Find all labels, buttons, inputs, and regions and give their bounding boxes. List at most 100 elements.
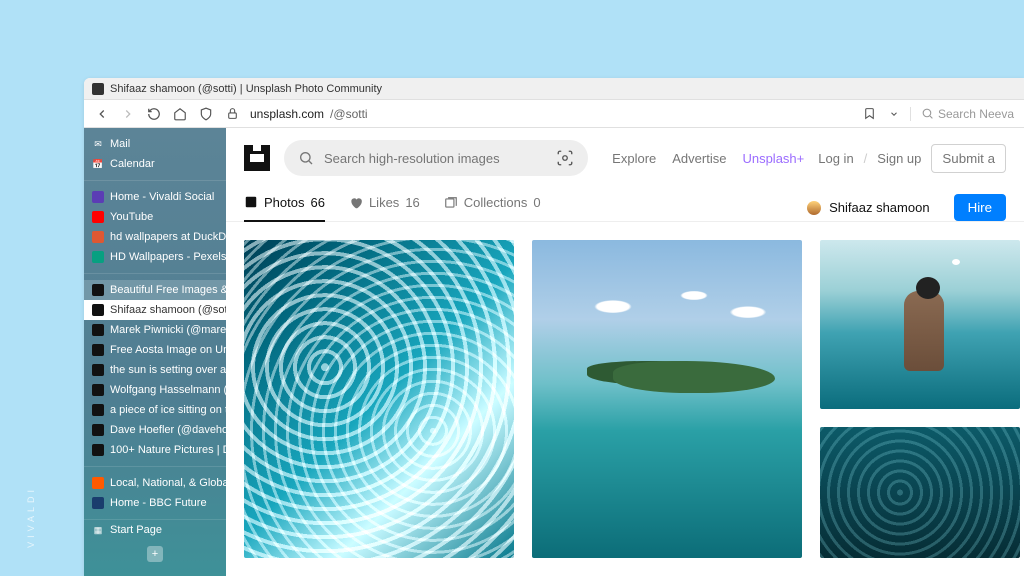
shield-icon[interactable] (198, 106, 214, 122)
vivaldi-watermark: VIVALDI (26, 486, 36, 548)
grid-icon: ▦ (92, 524, 104, 536)
sidebar-item-label: YouTube (110, 211, 153, 223)
favicon (92, 304, 104, 316)
browser-window: Shifaaz shamoon (@sotti) | Unsplash Phot… (84, 78, 1024, 576)
tab-collections[interactable]: Collections 0 (444, 195, 541, 220)
lock-icon[interactable] (224, 106, 240, 122)
tab-label: Photos (264, 195, 304, 210)
sidebar-item[interactable]: the sun is setting over a mount (84, 360, 226, 380)
url-field[interactable]: unsplash.com/@sotti (250, 107, 852, 121)
login-link[interactable]: Log in (818, 151, 853, 166)
sidebar-start-page[interactable]: ▦ Start Page (84, 520, 226, 540)
tab-favicon (92, 83, 104, 95)
photo-gallery (226, 222, 1024, 576)
sidebar-item[interactable]: HD Wallpapers - Pexels (84, 247, 226, 267)
sidebar-item[interactable]: YouTube (84, 207, 226, 227)
favicon (92, 424, 104, 436)
favicon (92, 444, 104, 456)
separator: / (864, 151, 868, 166)
sidebar-item[interactable]: 100+ Nature Pictures | Downlo (84, 440, 226, 460)
sidebar-item-label: the sun is setting over a mount (110, 364, 226, 376)
photo-thumbnail[interactable] (820, 240, 1020, 409)
sidebar-item-label: Home - BBC Future (110, 497, 207, 509)
browser-search[interactable]: Search Neeva (910, 107, 1014, 121)
hire-button[interactable]: Hire (954, 194, 1006, 221)
photo-thumbnail[interactable] (532, 240, 802, 558)
nav-unsplash-plus[interactable]: Unsplash+ (742, 151, 804, 166)
sidebar-item[interactable]: Dave Hoefler (@davehoefler) | (84, 420, 226, 440)
search-icon (298, 150, 314, 166)
photo-icon (244, 195, 258, 209)
favicon (92, 384, 104, 396)
search-input[interactable] (324, 151, 546, 166)
favicon (92, 364, 104, 376)
tab-label: Collections (464, 195, 528, 210)
sidebar-item-label: Shifaaz shamoon (@sotti) | Uns (110, 304, 226, 316)
avatar (807, 201, 821, 215)
site-header: Explore Advertise Unsplash+ Log in / Sig… (226, 128, 1024, 188)
sidebar-item-label: Home - Vivaldi Social (110, 191, 214, 203)
sidebar-item[interactable]: Shifaaz shamoon (@sotti) | Uns (84, 300, 226, 320)
favicon (92, 231, 104, 243)
search-bar[interactable] (284, 140, 588, 176)
sidebar-item-label: Local, National, & Global Daily (110, 477, 226, 489)
sidebar-item[interactable]: Free Aosta Image on Unsplash (84, 340, 226, 360)
favicon (92, 477, 104, 489)
chevron-down-icon[interactable] (886, 106, 902, 122)
favicon (92, 324, 104, 336)
tab-likes[interactable]: Likes 16 (349, 195, 420, 220)
sidebar-item-label: HD Wallpapers - Pexels (110, 251, 226, 263)
forward-button[interactable] (120, 106, 136, 122)
sidebar-item[interactable]: Marek Piwnicki (@marekpiwni (84, 320, 226, 340)
favicon (92, 251, 104, 263)
sidebar-mail[interactable]: ✉ Mail (84, 134, 226, 154)
profile-user[interactable]: Shifaaz shamoon (807, 200, 929, 215)
sidebar-item[interactable]: Local, National, & Global Daily (84, 473, 226, 493)
sidebar: ✉ Mail 📅 Calendar Home - Vivaldi Social You… (84, 128, 226, 576)
favicon (92, 344, 104, 356)
photo-thumbnail[interactable] (244, 240, 514, 558)
sidebar-item[interactable]: Home - Vivaldi Social (84, 187, 226, 207)
visual-search-icon[interactable] (556, 149, 574, 167)
bookmark-icon[interactable] (862, 106, 878, 122)
tab-title[interactable]: Shifaaz shamoon (@sotti) | Unsplash Phot… (110, 83, 382, 95)
nav-advertise[interactable]: Advertise (672, 151, 726, 166)
tab-count: 0 (533, 195, 540, 210)
browser-search-placeholder: Search Neeva (938, 107, 1014, 121)
tab-count: 16 (405, 195, 419, 210)
profile-tabs: Photos 66 Likes 16 Collections 0 Shifaaz… (226, 188, 1024, 222)
sidebar-item[interactable]: a piece of ice sitting on top of (84, 400, 226, 420)
sidebar-item-label: Wolfgang Hasselmann (@wolfg (110, 384, 226, 396)
unsplash-logo[interactable] (244, 145, 270, 171)
photo-thumbnail[interactable] (820, 427, 1020, 558)
reload-button[interactable] (146, 106, 162, 122)
submit-photo-button[interactable]: Submit a (931, 144, 1006, 173)
sidebar-item-label: Start Page (110, 524, 162, 536)
sidebar-item-label: Marek Piwnicki (@marekpiwni (110, 324, 226, 336)
signup-link[interactable]: Sign up (877, 151, 921, 166)
page-content: Explore Advertise Unsplash+ Log in / Sig… (226, 128, 1024, 576)
tab-photos[interactable]: Photos 66 (244, 195, 325, 222)
sidebar-calendar[interactable]: 📅 Calendar (84, 154, 226, 174)
nav-explore[interactable]: Explore (612, 151, 656, 166)
sidebar-item-label: a piece of ice sitting on top of (110, 404, 226, 416)
sidebar-add[interactable]: + (84, 540, 226, 568)
mail-icon: ✉ (92, 138, 104, 150)
plus-icon: + (147, 546, 163, 562)
favicon (92, 284, 104, 296)
calendar-icon: 📅 (92, 158, 104, 170)
sidebar-item-label: Mail (110, 138, 130, 150)
sidebar-item-label: 100+ Nature Pictures | Downlo (110, 444, 226, 456)
sidebar-item[interactable]: Beautiful Free Images & Pictur (84, 280, 226, 300)
sidebar-item[interactable]: Home - BBC Future (84, 493, 226, 513)
collections-icon (444, 196, 458, 210)
sidebar-item[interactable]: Wolfgang Hasselmann (@wolfg (84, 380, 226, 400)
sidebar-item-label: Calendar (110, 158, 155, 170)
back-button[interactable] (94, 106, 110, 122)
tab-bar: Shifaaz shamoon (@sotti) | Unsplash Phot… (84, 78, 1024, 100)
sidebar-item-label: Beautiful Free Images & Pictur (110, 284, 226, 296)
home-button[interactable] (172, 106, 188, 122)
favicon (92, 404, 104, 416)
sidebar-item-label: hd wallpapers at DuckDuckGo (110, 231, 226, 243)
sidebar-item[interactable]: hd wallpapers at DuckDuckGo (84, 227, 226, 247)
